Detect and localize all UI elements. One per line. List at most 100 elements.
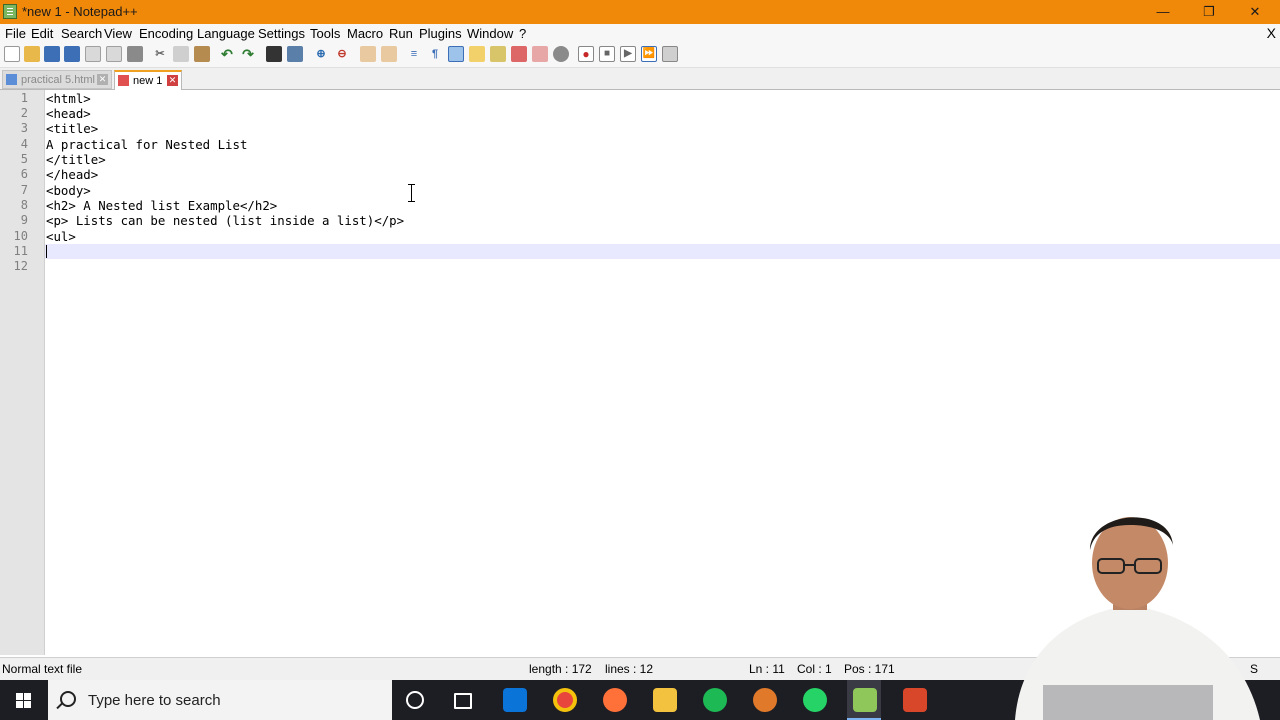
code-line[interactable]: <title> <box>46 121 98 136</box>
sync-horizontal-icon[interactable] <box>381 46 397 62</box>
code-line[interactable]: <html> <box>46 91 91 106</box>
spotify-icon[interactable] <box>703 688 727 712</box>
stop-macro-icon[interactable]: ■ <box>599 46 615 62</box>
status-length: length : 172 <box>529 662 592 676</box>
menu-encoding[interactable]: Encoding <box>139 26 193 41</box>
maximize-button[interactable]: ❐ <box>1186 0 1232 24</box>
line-number: 6 <box>20 167 28 181</box>
current-line-highlight <box>45 244 1280 259</box>
save-all-icon[interactable] <box>64 46 80 62</box>
start-button[interactable] <box>0 680 48 720</box>
search-placeholder: Type here to search <box>88 692 221 709</box>
status-file-type: Normal text file <box>2 662 83 676</box>
mouse-ibeam-cursor-icon <box>407 184 417 202</box>
tab-close-icon[interactable]: ✕ <box>167 75 178 86</box>
task-view-icon[interactable] <box>454 693 472 709</box>
menu-language[interactable]: Language <box>197 26 255 41</box>
line-number: 5 <box>20 152 28 166</box>
windows-logo-icon <box>16 701 23 708</box>
menu-view[interactable]: View <box>104 26 132 41</box>
redo-icon[interactable]: ↷ <box>240 46 256 62</box>
close-button[interactable]: ✕ <box>1232 0 1278 24</box>
code-line[interactable]: <h2> A Nested list Example</h2> <box>46 198 277 213</box>
menu-edit[interactable]: Edit <box>31 26 53 41</box>
code-line[interactable]: <head> <box>46 106 91 121</box>
taskbar-search-box[interactable]: Type here to search <box>48 680 392 720</box>
word-wrap-icon[interactable]: ≡ <box>406 46 422 62</box>
firefox-icon[interactable] <box>603 688 627 712</box>
indent-guide-icon[interactable] <box>448 46 464 62</box>
code-line[interactable]: <ul> <box>46 229 76 244</box>
status-column: Col : 1 <box>797 662 832 676</box>
menu-tools[interactable]: Tools <box>310 26 340 41</box>
close-document-button[interactable]: X <box>1267 25 1276 41</box>
menu-window[interactable]: Window <box>467 26 513 41</box>
code-line[interactable]: A practical for Nested List <box>46 137 247 152</box>
minimize-button[interactable]: — <box>1140 0 1186 24</box>
close-file-icon[interactable] <box>85 46 101 62</box>
line-number: 11 <box>13 244 28 258</box>
menu-settings[interactable]: Settings <box>258 26 305 41</box>
language-udl-icon[interactable] <box>469 46 485 62</box>
sync-vertical-icon[interactable] <box>360 46 376 62</box>
zoom-in-icon[interactable]: ⊕ <box>313 46 329 62</box>
zoom-out-icon[interactable]: ⊖ <box>334 46 350 62</box>
cortana-icon[interactable] <box>406 691 424 709</box>
code-line[interactable]: </title> <box>46 152 106 167</box>
save-macro-icon[interactable] <box>662 46 678 62</box>
record-macro-icon[interactable]: ● <box>578 46 594 62</box>
show-all-characters-icon[interactable]: ¶ <box>427 46 443 62</box>
print-icon[interactable] <box>127 46 143 62</box>
folder-as-workspace-icon[interactable] <box>532 46 548 62</box>
save-icon[interactable] <box>44 46 60 62</box>
line-number: 7 <box>20 183 28 197</box>
line-number: 9 <box>20 213 28 227</box>
chrome-icon[interactable] <box>553 688 577 712</box>
cut-icon[interactable]: ✂ <box>152 46 168 62</box>
menu-search[interactable]: Search <box>61 26 102 41</box>
tab-label: new 1 <box>133 75 163 87</box>
window-title: *new 1 - Notepad++ <box>22 4 138 19</box>
menu-help[interactable]: ? <box>519 26 526 41</box>
windows-logo-icon <box>24 701 31 708</box>
tab-practical-5-html[interactable]: practical 5.html ✕ <box>2 70 112 89</box>
open-file-icon[interactable] <box>24 46 40 62</box>
copy-icon[interactable] <box>173 46 189 62</box>
replace-icon[interactable] <box>287 46 303 62</box>
presenter-video-overlay <box>1015 517 1260 720</box>
title-bar: *new 1 - Notepad++ — ❐ ✕ <box>0 0 1280 24</box>
status-line-number: Ln : 11 <box>749 662 785 676</box>
menu-bar: File Edit Search View Encoding Language … <box>0 24 1280 43</box>
presentation-icon[interactable] <box>903 688 927 712</box>
undo-icon[interactable]: ↶ <box>219 46 235 62</box>
function-list-icon[interactable] <box>511 46 527 62</box>
paint-icon[interactable] <box>753 688 777 712</box>
close-all-icon[interactable] <box>106 46 122 62</box>
menu-plugins[interactable]: Plugins <box>419 26 462 41</box>
whatsapp-icon[interactable] <box>803 688 827 712</box>
line-number-gutter: 1 2 3 4 5 6 7 8 9 10 11 12 <box>0 90 45 655</box>
find-icon[interactable] <box>266 46 282 62</box>
tab-new-1[interactable]: new 1 ✕ <box>114 70 182 90</box>
line-number: 4 <box>20 137 28 151</box>
menu-run[interactable]: Run <box>389 26 413 41</box>
text-caret <box>46 245 47 258</box>
document-map-icon[interactable] <box>490 46 506 62</box>
code-line[interactable]: <body> <box>46 183 91 198</box>
paste-icon[interactable] <box>194 46 210 62</box>
play-macro-icon[interactable]: ▶ <box>620 46 636 62</box>
run-macro-multiple-icon[interactable]: ⏩ <box>641 46 657 62</box>
tab-close-icon[interactable]: ✕ <box>97 74 108 85</box>
file-explorer-icon[interactable] <box>653 688 677 712</box>
tab-label: practical 5.html <box>21 74 95 86</box>
line-number: 12 <box>13 259 28 273</box>
menu-file[interactable]: File <box>5 26 26 41</box>
code-line[interactable]: <p> Lists can be nested (list inside a l… <box>46 213 404 228</box>
monitoring-icon[interactable] <box>553 46 569 62</box>
new-file-icon[interactable] <box>4 46 20 62</box>
tab-bar: practical 5.html ✕ new 1 ✕ <box>0 68 1280 90</box>
line-number: 8 <box>20 198 28 212</box>
mail-icon[interactable] <box>503 688 527 712</box>
menu-macro[interactable]: Macro <box>347 26 383 41</box>
code-line[interactable]: </head> <box>46 167 98 182</box>
